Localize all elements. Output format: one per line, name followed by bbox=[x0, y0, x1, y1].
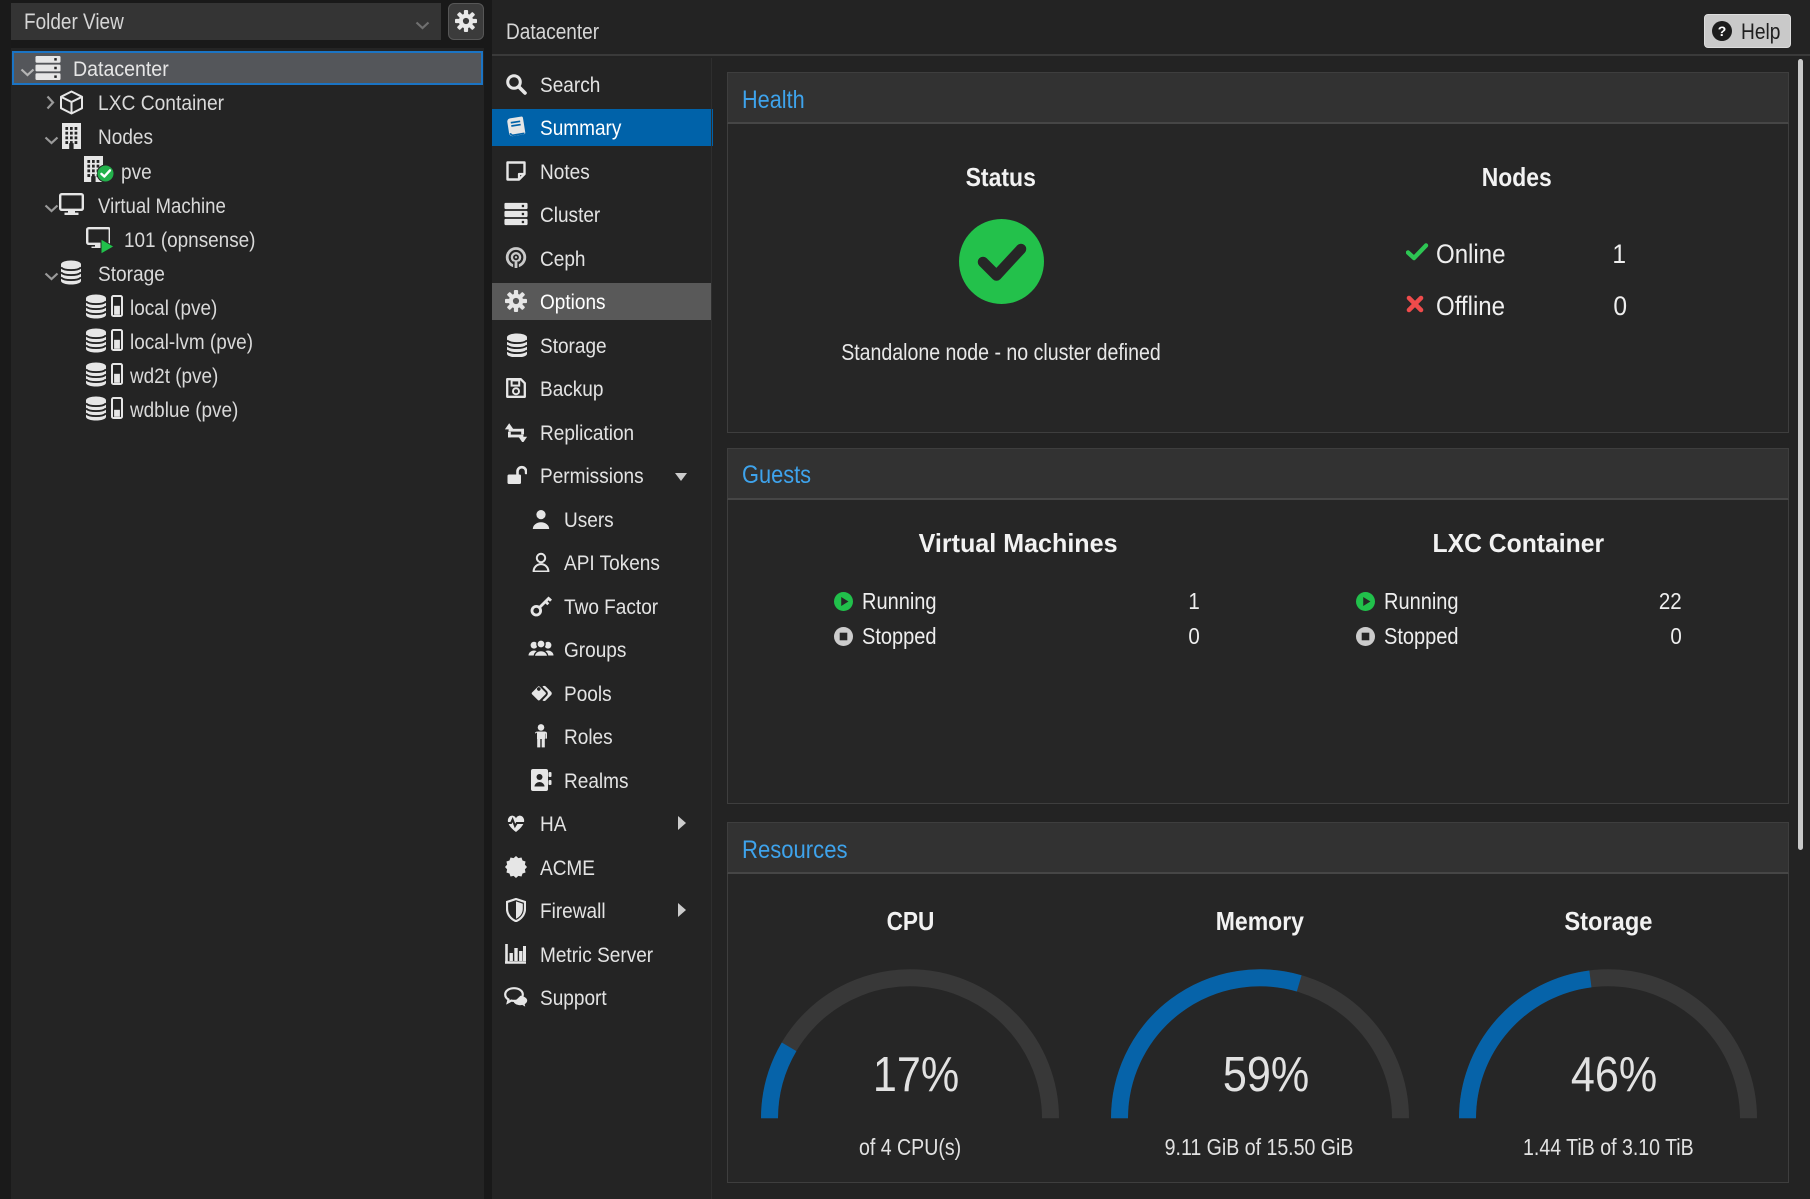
svg-text:?: ? bbox=[1718, 23, 1727, 39]
